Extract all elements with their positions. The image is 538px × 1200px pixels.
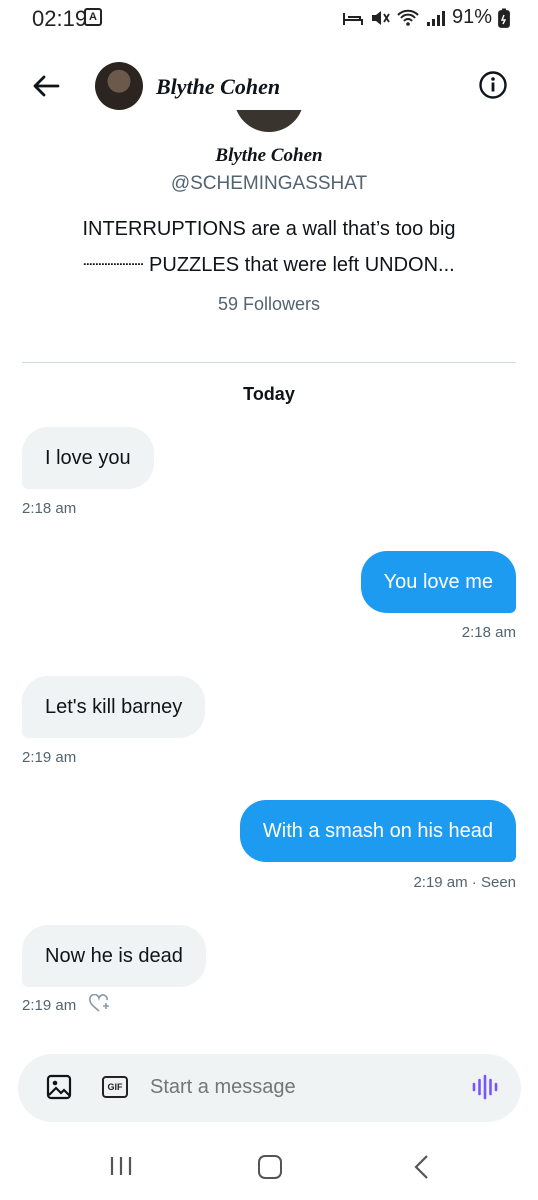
wifi-icon [397,9,419,26]
message-timestamp: 2:18 am [461,624,516,641]
message-timestamp-seen: 2:19 am · Seen [413,874,516,891]
divider [22,362,516,363]
info-icon[interactable] [478,70,508,100]
battery-icon [498,8,510,28]
bed-icon [342,12,363,25]
message-input[interactable] [150,1076,450,1099]
nav-back-icon[interactable] [412,1154,432,1180]
avatar[interactable] [95,62,143,110]
back-arrow-icon[interactable] [30,70,62,102]
gif-icon[interactable]: GIF [102,1076,128,1098]
header-title[interactable]: Blythe Cohen [156,74,280,100]
home-button-icon[interactable] [258,1155,282,1179]
message-received[interactable]: Now he is dead [22,925,206,987]
profile-bio-line-1: INTERRUPTIONS are a wall that’s too big [82,218,456,240]
profile-handle: @SCHEMINGASSHAT [170,173,368,194]
followers-count[interactable]: 59 Followers [0,294,538,315]
app-notification-icon: A [84,8,102,26]
mute-icon [371,10,390,25]
message-timestamp: 2:19 am [22,749,77,766]
profile-name: Blythe Cohen [215,145,323,166]
message-received[interactable]: Let's kill barney [22,676,206,738]
message-timestamp: 2:18 am [22,500,77,517]
voice-message-icon[interactable] [470,1072,500,1102]
message-timestamp: 2:19 am [22,997,77,1014]
message-sent[interactable]: With a smash on his head [239,800,516,862]
recent-apps-icon[interactable] [108,1156,134,1176]
signal-icon [426,10,445,26]
profile-bio-line-2: ┈┈┈┈┈ PUZZLES that were left UNDON... [83,254,455,276]
heart-plus-icon[interactable] [88,994,110,1014]
message-received[interactable]: I love you [22,427,154,489]
day-separator: Today [243,384,295,404]
message-sent[interactable]: You love me [360,551,516,613]
image-icon[interactable] [46,1074,72,1100]
status-indicators: 91% [342,6,510,29]
status-time: 02:19 [32,6,88,31]
battery-percent: 91% [451,6,492,28]
profile-avatar [234,110,304,132]
